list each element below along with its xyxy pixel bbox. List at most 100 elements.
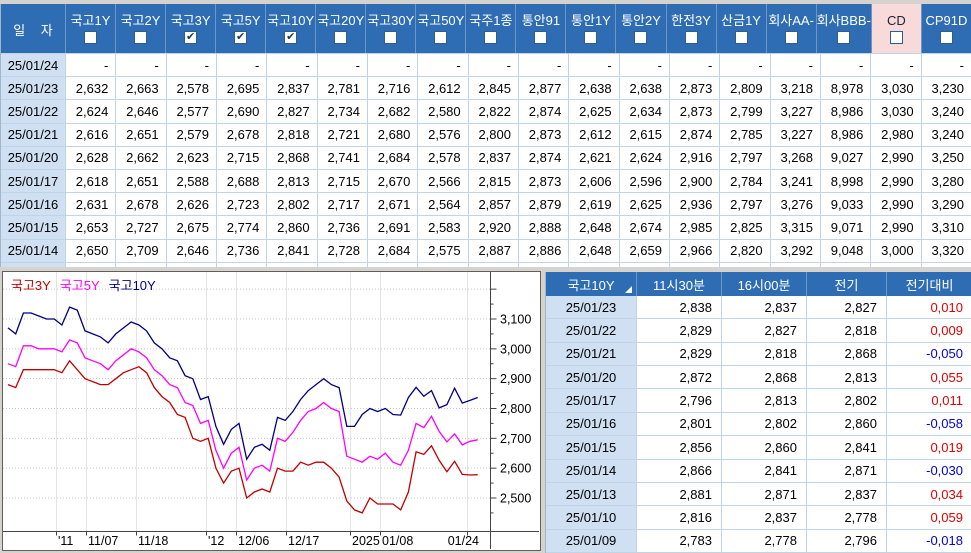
value-cell: 2,741 <box>316 146 367 169</box>
table-row[interactable]: 25/01/22 2,624 2,646 2,577 2,690 2,827 2,734 2,… <box>1 100 971 124</box>
column-header-4[interactable]: 국고5Y ✔ <box>215 4 265 53</box>
column-header-11[interactable]: 통안1Y <box>565 4 615 53</box>
value-cell: 2,734 <box>316 100 367 123</box>
column-header-label: 국고30Y <box>367 13 415 28</box>
column-header-7[interactable]: 국고30Y <box>365 4 415 53</box>
column-checkbox[interactable] <box>734 31 748 44</box>
table-row[interactable]: 25/01/22 2,829 2,827 2,818 0,009 <box>546 319 971 343</box>
table-row[interactable]: 25/01/15 2,653 2,727 2,675 2,774 2,860 2,736 2,… <box>1 216 971 240</box>
axis-tick-label: 2,600 <box>500 462 531 476</box>
column-header-label: CD <box>887 13 906 28</box>
table-row[interactable]: 25/01/16 2,631 2,678 2,626 2,723 2,802 2,717 2,… <box>1 193 971 217</box>
value-prev: 2,827 <box>806 296 886 319</box>
table-row[interactable]: 25/01/20 2,872 2,868 2,813 0,055 <box>546 366 971 390</box>
column-header-6[interactable]: 국고20Y <box>315 4 365 53</box>
column-header-5[interactable]: 국고10Y ✔ <box>265 4 315 53</box>
value-cell: 2,736 <box>215 239 266 262</box>
axis-tick-label: 01/24 <box>448 534 479 548</box>
column-checkbox[interactable] <box>134 31 148 44</box>
axis-tick-label: 2,800 <box>500 402 531 416</box>
value-cell: 8,986 <box>819 100 870 123</box>
column-checkbox[interactable] <box>634 31 648 44</box>
value-prev: 2,871 <box>806 459 886 482</box>
column-header-2[interactable]: 국고2Y <box>115 4 165 53</box>
table-row[interactable]: 25/01/10 2,816 2,837 2,778 0,059 <box>546 506 971 530</box>
table-row[interactable]: 25/01/24- - - - - - - - - - - - - - - - - - <box>1 54 971 78</box>
value-cell: 2,650 <box>65 239 115 262</box>
table-row[interactable]: 25/01/17 2,796 2,813 2,802 0,011 <box>546 389 971 413</box>
column-header-label: CP91D <box>925 13 968 28</box>
column-checkbox[interactable] <box>584 31 598 44</box>
date-column-header[interactable]: 일 자 <box>1 4 65 53</box>
column-checkbox[interactable] <box>534 31 548 44</box>
change-cell: 0,011 <box>886 389 971 412</box>
column-checkbox[interactable] <box>84 31 98 44</box>
value-cell: 2,873 <box>517 123 568 146</box>
value-1130: 2,856 <box>636 436 721 459</box>
column-header-1[interactable]: 국고1Y <box>65 4 115 53</box>
table-row[interactable]: 25/01/15 2,856 2,860 2,841 0,019 <box>546 436 971 460</box>
value-cell: 2,860 <box>266 216 316 239</box>
table-row[interactable]: 25/01/17 2,618 2,651 2,588 2,688 2,813 2,715 2,… <box>1 169 971 194</box>
value-cell: 2,575 <box>417 239 467 262</box>
table-row[interactable]: 25/01/21 2,616 2,651 2,579 2,678 2,818 2,721 2,… <box>1 123 971 147</box>
partial-cell <box>165 262 216 267</box>
column-header-3[interactable]: 전기 <box>806 272 886 296</box>
column-header-10[interactable]: 통안91 <box>515 4 565 53</box>
column-header-1[interactable]: 11시30분 <box>636 272 721 296</box>
value-cell: 2,678 <box>115 193 165 216</box>
value-cell: 2,900 <box>668 169 719 193</box>
yield-chart-panel: 국고3Y 국고5Y 국고10Y '11 11/07 11/18 '12 12/06 12/17… <box>2 271 541 551</box>
value-cell: 2,675 <box>165 216 216 239</box>
column-checkbox[interactable] <box>384 31 398 44</box>
column-header-label: 국고20Y <box>317 13 365 28</box>
column-checkbox[interactable] <box>684 31 698 44</box>
table-row[interactable]: 25/01/21 2,829 2,818 2,868 -0,050 <box>546 342 971 367</box>
value-1130: 2,796 <box>636 389 721 412</box>
column-checkbox[interactable] <box>784 31 798 44</box>
column-header-8[interactable]: 국고50Y <box>415 4 465 53</box>
column-checkbox[interactable] <box>334 31 348 44</box>
value-cell: 3,292 <box>769 239 820 262</box>
column-checkbox[interactable] <box>939 31 953 44</box>
column-header-14[interactable]: 산금1Y <box>715 4 766 53</box>
change-cell: -0,018 <box>886 529 971 552</box>
column-checkbox[interactable] <box>889 31 903 44</box>
column-header-13[interactable]: 한전3Y <box>665 4 716 53</box>
column-checkbox-checked[interactable]: ✔ <box>284 31 298 44</box>
column-header-2[interactable]: 16시00분 <box>721 272 806 296</box>
column-header-16[interactable]: 회사BBB- <box>815 4 871 53</box>
value-cell: 2,785 <box>719 123 769 146</box>
date-cell: 25/01/09 <box>546 529 636 552</box>
value-cell: - <box>819 54 870 77</box>
column-checkbox-checked[interactable]: ✔ <box>184 31 198 44</box>
column-header-9[interactable]: 국주1종 <box>465 4 515 53</box>
table-row[interactable]: 25/01/09 2,783 2,778 2,796 -0,018 <box>546 529 971 553</box>
column-header-4[interactable]: 전기대비 <box>886 272 971 296</box>
table-row[interactable]: 25/01/20 2,628 2,662 2,623 2,715 2,868 2,741 2,… <box>1 146 971 170</box>
change-cell: -0,030 <box>886 459 971 482</box>
value-1600: 2,871 <box>721 482 806 506</box>
table-row[interactable]: 25/01/14 2,650 2,709 2,646 2,736 2,841 2,728 2,… <box>1 239 971 263</box>
column-checkbox[interactable] <box>434 31 448 44</box>
column-header-3[interactable]: 국고3Y ✔ <box>165 4 215 53</box>
column-header-12[interactable]: 통안2Y <box>615 4 665 53</box>
value-cell: 2,716 <box>366 77 417 100</box>
value-cell: 2,646 <box>115 100 165 123</box>
table-row[interactable]: 25/01/13 2,881 2,871 2,837 0,034 <box>546 482 971 507</box>
sort-header-ktb10y[interactable]: 국고10Y <box>546 272 636 296</box>
column-checkbox[interactable] <box>837 31 851 44</box>
column-header-18[interactable]: CP91D <box>920 4 971 53</box>
value-cell: 2,985 <box>668 216 719 239</box>
value-cell: 2,691 <box>366 216 417 239</box>
value-cell: 2,874 <box>517 100 568 123</box>
table-row[interactable]: 25/01/14 2,866 2,841 2,871 -0,030 <box>546 459 971 483</box>
column-header-17[interactable]: CD <box>870 4 921 53</box>
table-row[interactable]: 25/01/16 2,801 2,802 2,860 -0,058 <box>546 412 971 437</box>
column-header-15[interactable]: 회사AA- <box>765 4 816 53</box>
table-row[interactable]: 25/01/23 2,632 2,663 2,578 2,695 2,837 2,781 2,… <box>1 77 971 101</box>
column-checkbox-checked[interactable]: ✔ <box>234 31 248 44</box>
value-cell: 2,715 <box>215 146 266 169</box>
table-row[interactable]: 25/01/23 2,838 2,837 2,827 0,010 <box>546 296 971 320</box>
column-checkbox[interactable] <box>484 31 498 44</box>
